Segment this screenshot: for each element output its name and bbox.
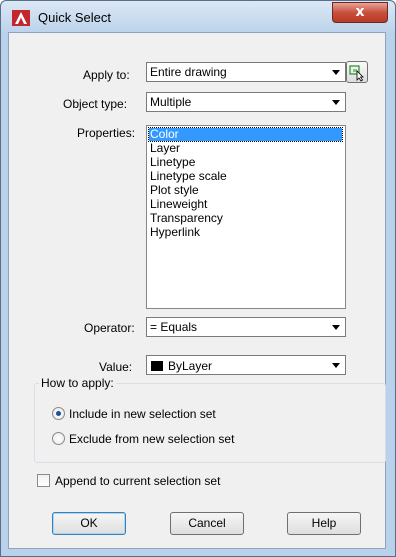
exclude-radio[interactable] <box>52 432 65 445</box>
apply-to-value: Entire drawing <box>150 65 227 79</box>
how-to-apply-group <box>34 383 386 463</box>
list-item[interactable]: Linetype scale <box>149 170 227 183</box>
chevron-down-icon <box>332 363 340 368</box>
list-item[interactable]: Linetype <box>149 156 195 169</box>
value-text: ByLayer <box>168 359 213 373</box>
how-to-apply-title: How to apply: <box>39 376 116 390</box>
list-item[interactable]: Transparency <box>149 212 223 225</box>
dialog-title: Quick Select <box>38 10 111 25</box>
autocad-a-icon <box>12 10 30 26</box>
apply-to-label: Apply to: <box>83 68 130 82</box>
apply-to-dropdown[interactable]: Entire drawing <box>146 62 346 82</box>
operator-value: = Equals <box>150 320 198 334</box>
value-dropdown[interactable]: ByLayer <box>146 355 346 375</box>
chevron-down-icon <box>332 100 340 105</box>
list-item[interactable]: Layer <box>149 142 180 155</box>
properties-list[interactable]: Color Layer Linetype Linetype scale Plot… <box>146 125 346 309</box>
include-radio[interactable] <box>52 407 65 420</box>
value-label: Value: <box>99 360 133 374</box>
list-item[interactable]: Plot style <box>149 184 199 197</box>
list-item[interactable]: Color <box>148 127 343 142</box>
cancel-button[interactable]: Cancel <box>170 512 244 535</box>
chevron-down-icon <box>332 70 340 75</box>
operator-dropdown[interactable]: = Equals <box>146 317 346 337</box>
list-item[interactable]: Hyperlink <box>149 226 200 239</box>
object-type-value: Multiple <box>150 95 192 109</box>
object-type-label: Object type: <box>63 97 128 111</box>
ok-button[interactable]: OK <box>52 512 126 535</box>
color-swatch <box>151 361 163 371</box>
chevron-down-icon <box>332 325 340 330</box>
exclude-label[interactable]: Exclude from new selection set <box>69 432 234 446</box>
include-label[interactable]: Include in new selection set <box>69 407 216 421</box>
title-bar[interactable]: Quick Select x <box>1 1 395 33</box>
close-button[interactable]: x <box>332 2 388 23</box>
append-label[interactable]: Append to current selection set <box>55 474 220 488</box>
append-checkbox[interactable] <box>37 474 50 487</box>
list-item[interactable]: Lineweight <box>149 198 207 211</box>
operator-label: Operator: <box>84 321 135 335</box>
select-objects-icon <box>349 65 364 82</box>
select-objects-button[interactable] <box>346 61 368 83</box>
properties-label: Properties: <box>77 126 136 140</box>
object-type-dropdown[interactable]: Multiple <box>146 92 346 112</box>
help-button[interactable]: Help <box>287 512 361 535</box>
